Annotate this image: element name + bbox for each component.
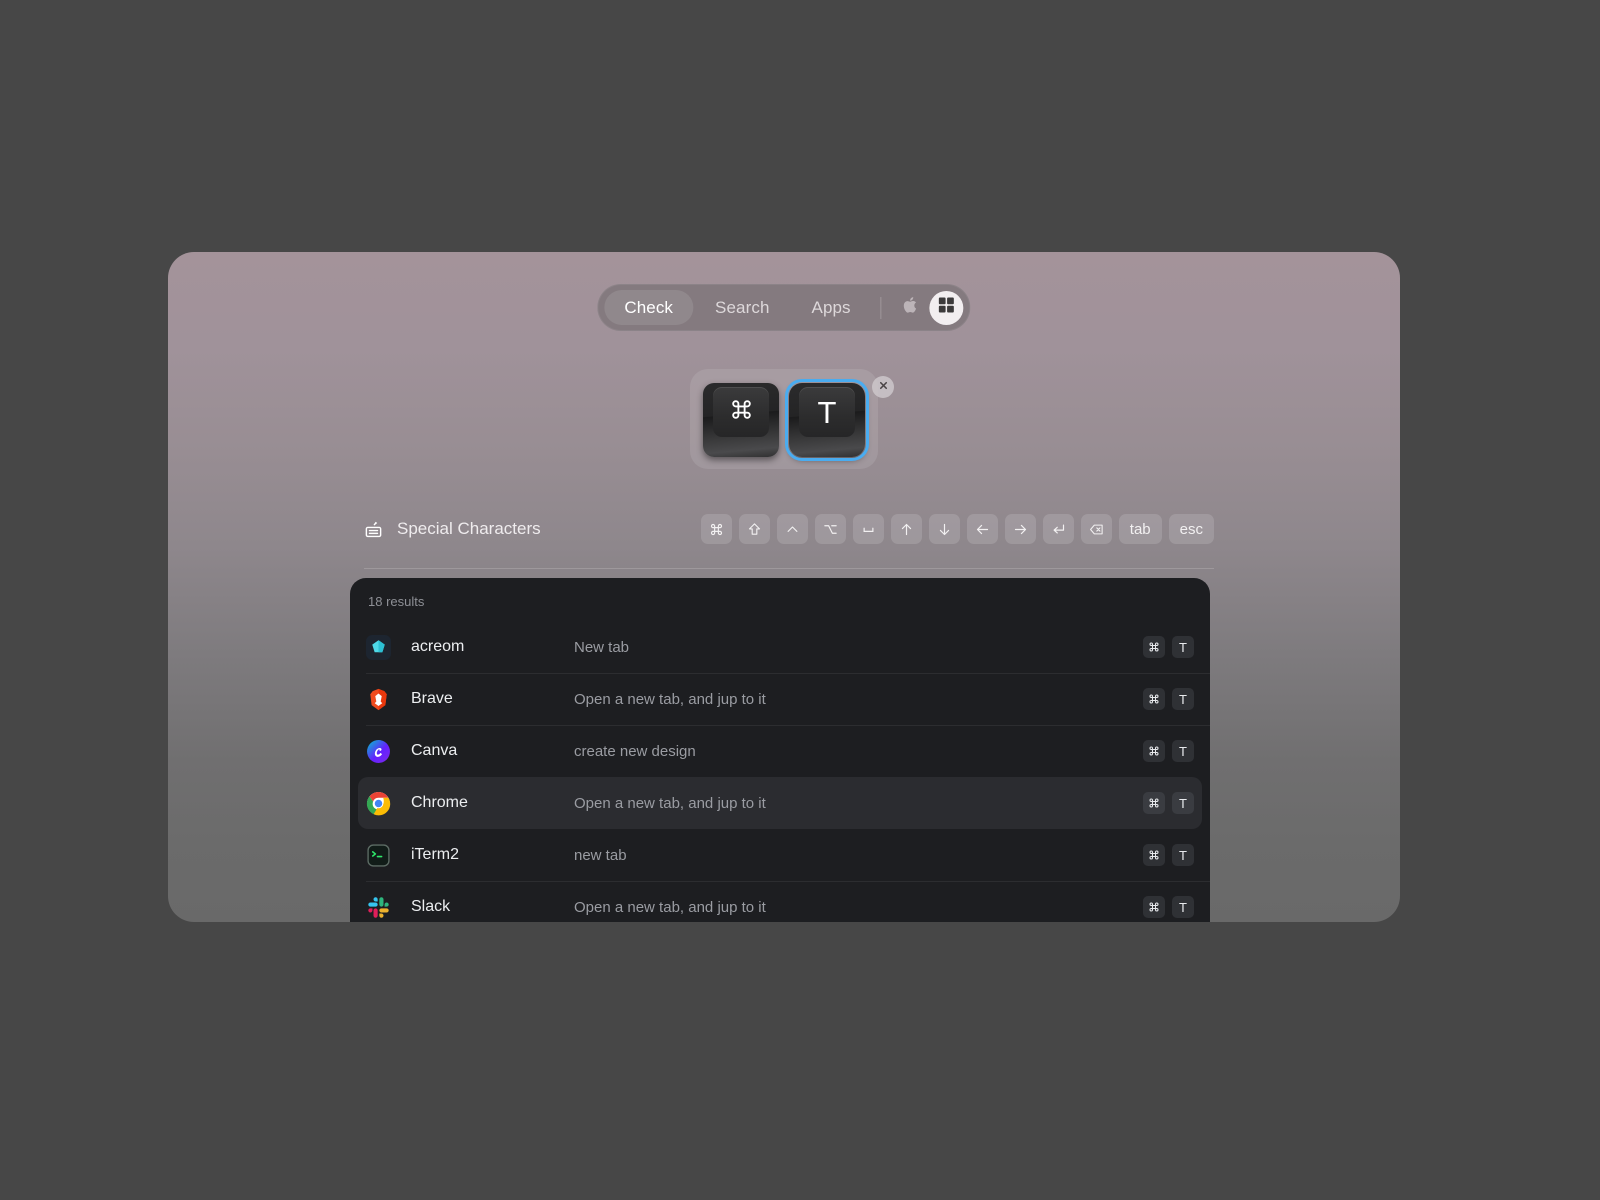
- special-characters-label: Special Characters: [397, 519, 541, 538]
- row-shortcut: T: [1143, 688, 1194, 710]
- shortcut-key-letter: T: [1172, 688, 1194, 710]
- arrow-up-icon: [899, 522, 914, 537]
- special-key-esc[interactable]: esc: [1168, 514, 1214, 544]
- app-description: new tab: [574, 846, 627, 864]
- app-name: Slack: [411, 898, 451, 915]
- app-description: Open a new tab, and jup to it: [574, 794, 766, 812]
- row-shortcut: T: [1143, 896, 1194, 918]
- slack-icon: [366, 895, 391, 920]
- shortcut-key-letter: T: [1172, 636, 1194, 658]
- app-name: Chrome: [411, 794, 468, 811]
- table-row[interactable]: Brave Open a new tab, and jup to it T: [350, 673, 1210, 725]
- shortcut-key-command: [1143, 740, 1165, 762]
- app-description: New tab: [574, 638, 630, 656]
- special-key-command[interactable]: [700, 514, 732, 544]
- keycap-stage: T: [690, 369, 894, 469]
- close-icon: [878, 378, 889, 396]
- mode-tabbar: Check Search Apps: [597, 284, 971, 331]
- tabbar-divider: [880, 296, 882, 319]
- apple-platform-button[interactable]: [894, 291, 928, 325]
- keycap-letter-label: T: [817, 394, 837, 430]
- command-icon: [729, 397, 754, 427]
- option-icon: [823, 522, 838, 537]
- app-description: create new design: [574, 742, 696, 760]
- app-description: Open a new tab, and jup to it: [574, 898, 766, 916]
- shortcut-key-letter: T: [1172, 792, 1194, 814]
- row-shortcut: T: [1143, 636, 1194, 658]
- shortcut-key-command: [1143, 896, 1165, 918]
- command-icon: [1148, 693, 1160, 705]
- windows-icon: [938, 296, 956, 319]
- control-icon: [785, 522, 800, 537]
- table-row[interactable]: iTerm2 new tab T: [350, 829, 1210, 881]
- row-shortcut: T: [1143, 844, 1194, 866]
- shortcut-key-letter: T: [1172, 844, 1194, 866]
- table-row[interactable]: Chrome Open a new tab, and jup to it T: [358, 777, 1202, 829]
- app-description: Open a new tab, and jup to it: [574, 690, 766, 708]
- tab-search[interactable]: Search: [695, 290, 789, 325]
- special-key-delete[interactable]: [1080, 514, 1112, 544]
- app-name: acreom: [411, 638, 465, 655]
- special-key-space[interactable]: [852, 514, 884, 544]
- shortcut-key-command: [1143, 636, 1165, 658]
- shortcut-key-command: [1143, 688, 1165, 710]
- app-name: Canva: [411, 742, 458, 759]
- accent-character-icon: [364, 520, 383, 539]
- command-icon: [1148, 901, 1160, 913]
- special-key-tab[interactable]: tab: [1118, 514, 1162, 544]
- screen: Check Search Apps T Special Characters t…: [0, 0, 1600, 1200]
- return-icon: [1051, 522, 1066, 537]
- canva-icon: [366, 739, 391, 764]
- command-icon: [1148, 849, 1160, 861]
- section-divider: [364, 568, 1214, 569]
- special-key-shift[interactable]: [738, 514, 770, 544]
- close-shortcut-button[interactable]: [872, 376, 894, 398]
- special-key-control[interactable]: [776, 514, 808, 544]
- shift-icon: [747, 522, 762, 537]
- command-icon: [709, 522, 724, 537]
- command-icon: [1148, 641, 1160, 653]
- brave-icon: [366, 687, 391, 712]
- special-key-arrow-up[interactable]: [890, 514, 922, 544]
- tab-check[interactable]: Check: [604, 290, 694, 325]
- table-row[interactable]: Slack Open a new tab, and jup to it T: [350, 881, 1210, 922]
- arrow-left-icon: [975, 522, 990, 537]
- tab-apps[interactable]: Apps: [792, 290, 871, 325]
- shortcut-key-letter: T: [1172, 896, 1194, 918]
- special-key-option[interactable]: [814, 514, 846, 544]
- hero-card: Check Search Apps T Special Characters t…: [168, 252, 1400, 922]
- command-icon: [1148, 797, 1160, 809]
- arrow-down-icon: [937, 522, 952, 537]
- arrow-right-icon: [1013, 522, 1028, 537]
- keycap-letter-t[interactable]: T: [785, 379, 869, 461]
- special-key-arrow-down[interactable]: [928, 514, 960, 544]
- space-icon: [861, 522, 876, 537]
- acreom-icon: [366, 634, 391, 660]
- shortcut-key-letter: T: [1172, 740, 1194, 762]
- special-characters-label-group: Special Characters: [364, 519, 541, 539]
- shortcut-key-command: [1143, 844, 1165, 866]
- results-panel: 18 results acreom New tab T Brave Open a…: [350, 578, 1210, 922]
- table-row[interactable]: Canva create new design T: [350, 725, 1210, 777]
- iterm2-icon: [366, 843, 391, 868]
- results-count: 18 results: [368, 594, 425, 609]
- app-name: Brave: [411, 690, 453, 707]
- chrome-icon: [366, 791, 391, 816]
- windows-platform-button[interactable]: [929, 290, 964, 325]
- special-key-arrow-right[interactable]: [1004, 514, 1036, 544]
- table-row[interactable]: acreom New tab T: [350, 621, 1210, 673]
- command-icon: [1148, 745, 1160, 757]
- delete-icon: [1089, 522, 1104, 537]
- special-key-buttons: tab esc: [700, 514, 1214, 544]
- row-shortcut: T: [1143, 792, 1194, 814]
- results-list: acreom New tab T Brave Open a new tab, a…: [350, 621, 1210, 922]
- special-key-arrow-left[interactable]: [966, 514, 998, 544]
- app-name: iTerm2: [411, 846, 460, 863]
- shortcut-key-command: [1143, 792, 1165, 814]
- row-shortcut: T: [1143, 740, 1194, 762]
- special-characters-row: Special Characters tab esc: [364, 514, 1214, 544]
- keycap-command[interactable]: [703, 383, 779, 457]
- special-key-return[interactable]: [1042, 514, 1074, 544]
- apple-icon: [901, 294, 920, 321]
